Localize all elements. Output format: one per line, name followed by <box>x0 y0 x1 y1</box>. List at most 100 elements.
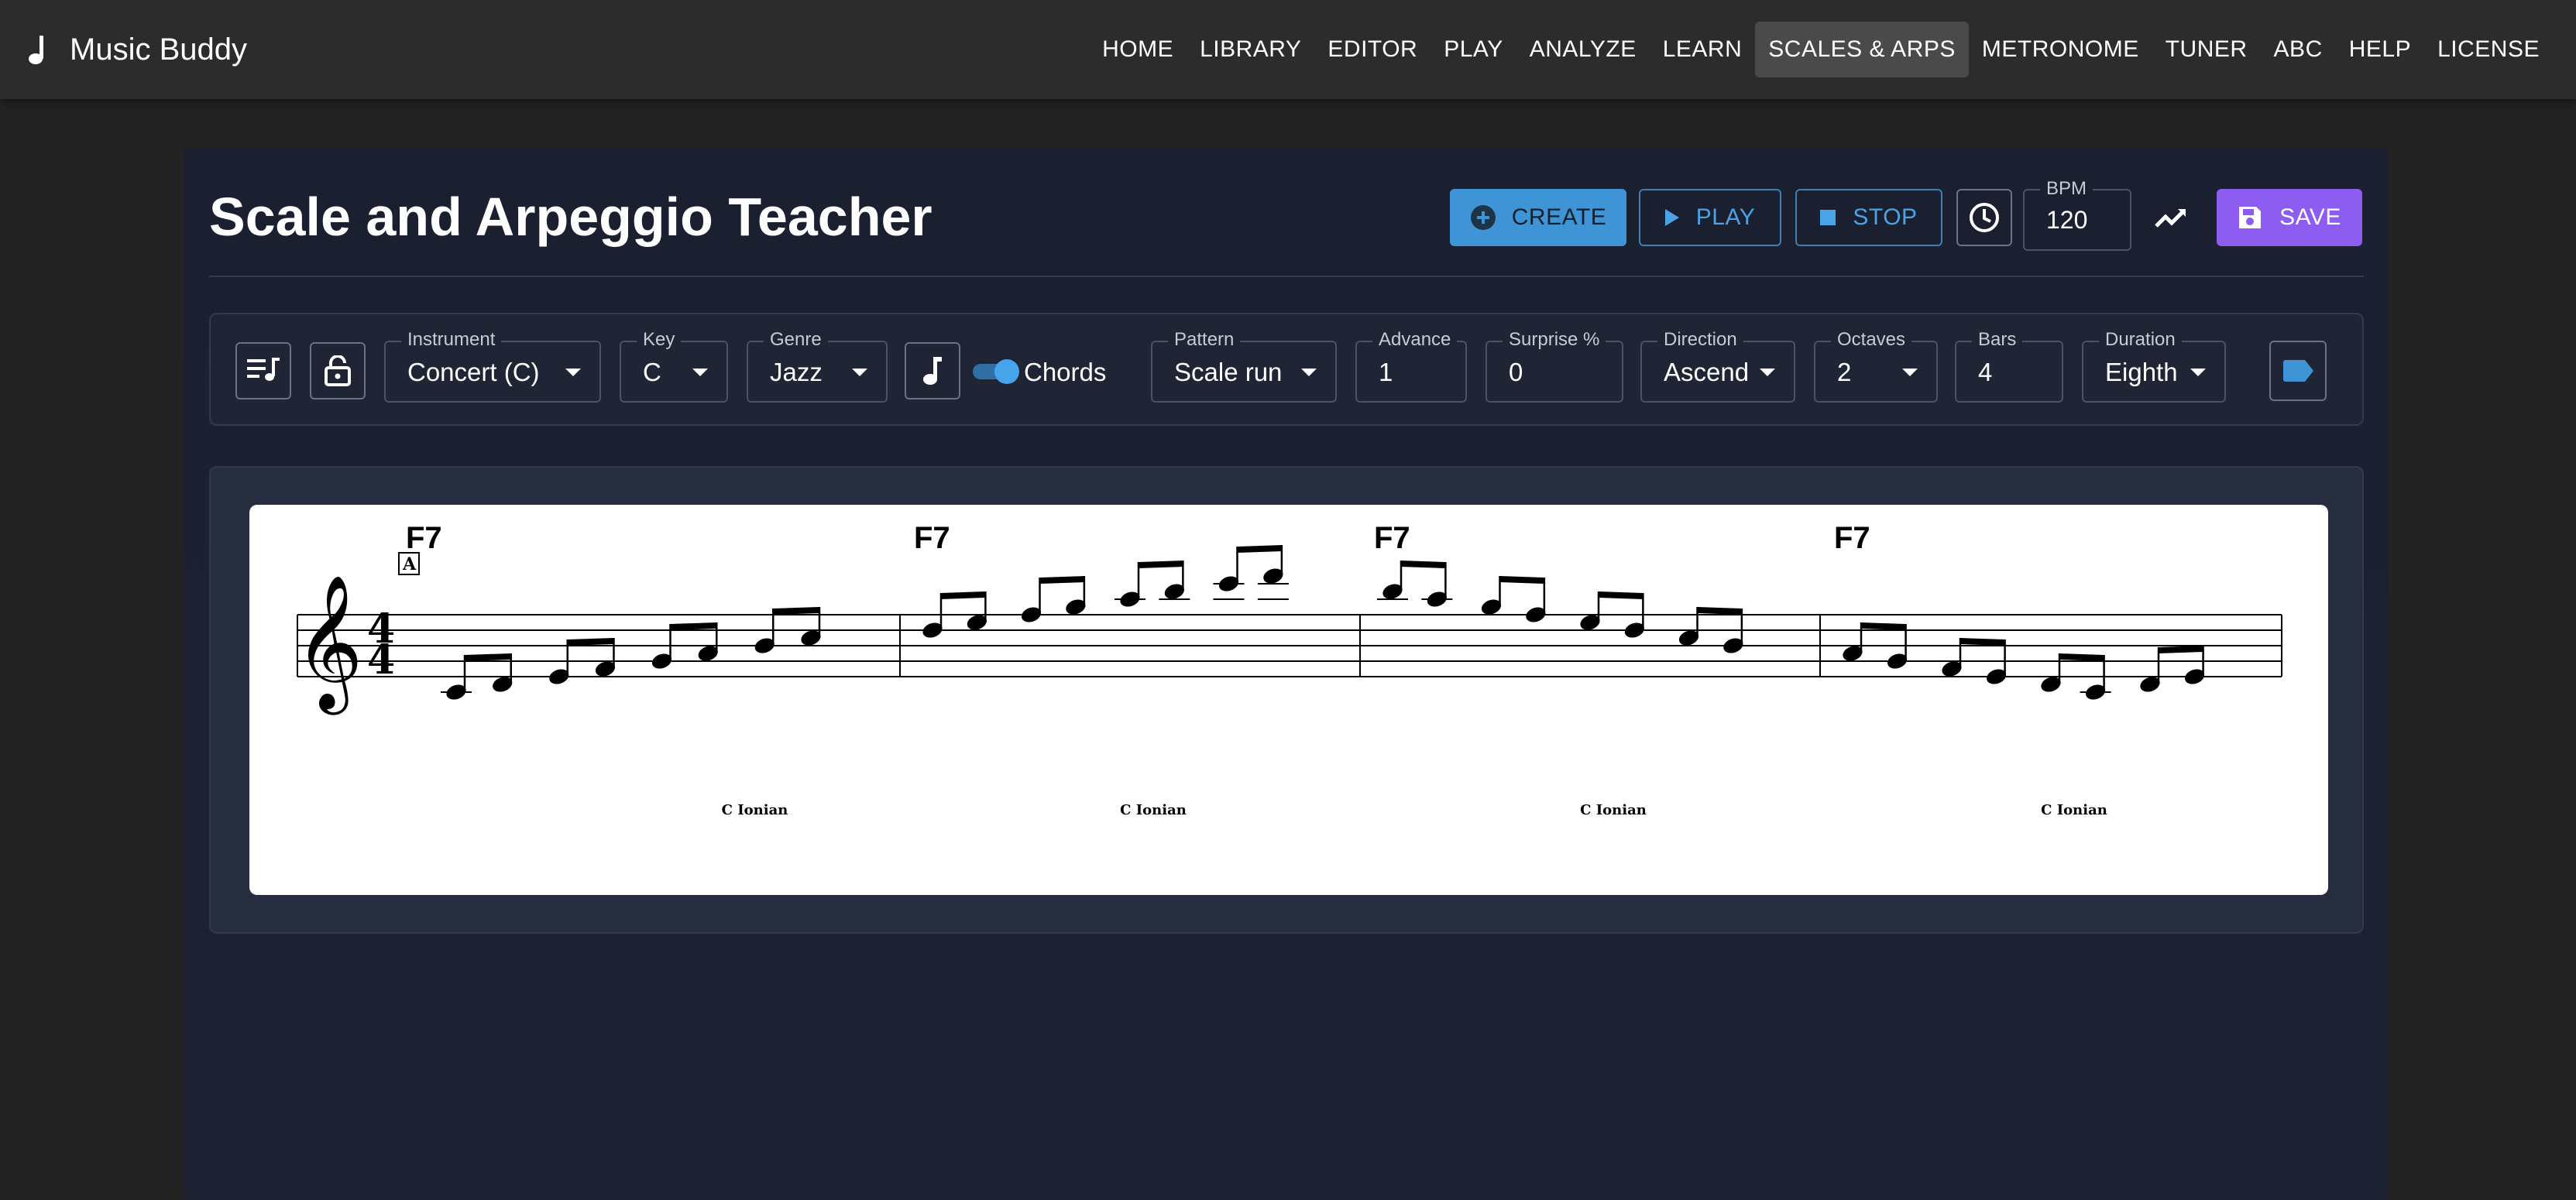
bpm-value[interactable]: 120 <box>2046 206 2087 235</box>
duration-select[interactable]: Duration Eighth <box>2082 329 2226 403</box>
nav-item-license[interactable]: LICENSE <box>2424 22 2553 77</box>
duration-value: Eighth <box>2105 358 2178 386</box>
create-button[interactable]: CREATE <box>1450 189 1626 246</box>
bpm-label: BPM <box>2040 178 2093 200</box>
advance-value: 1 <box>1379 358 1393 386</box>
scale-label: C Ionian <box>1580 802 1647 818</box>
instrument-select[interactable]: Instrument Concert (C) <box>384 329 601 403</box>
genre-value: Jazz <box>770 358 823 386</box>
note-beam <box>567 638 614 646</box>
main-panel: Scale and Arpeggio Teacher CREATE PLAY S… <box>184 149 2389 1200</box>
octaves-select[interactable]: Octaves 2 <box>1814 329 1938 403</box>
page-title: Scale and Arpeggio Teacher <box>209 187 933 247</box>
nav-item-learn[interactable]: LEARN <box>1650 22 1756 77</box>
music-note-icon <box>29 36 43 64</box>
note-beam <box>773 607 819 615</box>
playlist-music-icon <box>247 358 280 381</box>
label-tag-icon <box>2283 360 2313 382</box>
toggle-thumb <box>994 359 1019 384</box>
stop-button[interactable]: STOP <box>1795 189 1942 246</box>
nav-item-analyze[interactable]: ANALYZE <box>1516 22 1650 77</box>
bars-field[interactable]: Bars 4 <box>1955 329 2063 403</box>
scale-label: C Ionian <box>1120 802 1187 818</box>
advance-field[interactable]: Advance 1 <box>1355 329 1467 403</box>
save-label: SAVE <box>2279 204 2341 230</box>
nav-item-editor[interactable]: EDITOR <box>1314 22 1431 77</box>
surprise-value: 0 <box>1509 358 1523 386</box>
note-beam <box>2159 646 2203 653</box>
nav-item-play[interactable]: PLAY <box>1431 22 1516 77</box>
key-label: Key <box>637 329 682 351</box>
nav-item-metronome[interactable]: METRONOME <box>1969 22 2152 77</box>
note-beam <box>1237 545 1282 553</box>
chevron-down-icon <box>1902 369 1918 376</box>
save-button[interactable]: SAVE <box>2217 189 2362 246</box>
chords-label: Chords <box>1024 358 1107 386</box>
chevron-down-icon <box>1760 369 1775 376</box>
nav-item-tuner[interactable]: TUNER <box>2152 22 2261 77</box>
note-beam <box>1861 622 1906 630</box>
title-divider <box>209 276 2364 277</box>
sheet-music[interactable]: 𝄞 4 4 A F7 C Ionian F7 C Ionian F7 C Ionian F7 C Io… <box>249 505 2328 895</box>
chord-symbol: F7 <box>1834 521 1870 555</box>
staff-notation: 𝄞 44AF7C IonianF7C IonianF7C IonianF7C Io… <box>294 521 2282 818</box>
nav-item-home[interactable]: HOME <box>1089 22 1187 77</box>
score-container: 𝄞 4 4 A F7 C Ionian F7 C Ionian F7 C Ionian F7 C Io… <box>209 466 2364 934</box>
chord-symbol: F7 <box>406 521 442 555</box>
surprise-field[interactable]: Surprise % 0 <box>1485 329 1623 403</box>
stop-label: STOP <box>1853 204 1918 230</box>
octaves-label: Octaves <box>1831 329 1912 351</box>
bpm-field[interactable]: BPM 120 <box>2023 178 2131 251</box>
key-select[interactable]: Key C <box>620 329 728 403</box>
nav-item-help[interactable]: HELP <box>2336 22 2424 77</box>
app-title: Music Buddy <box>70 32 247 67</box>
chords-toggle[interactable] <box>973 358 1019 384</box>
stop-icon <box>1820 210 1836 225</box>
rehearsal-mark: A <box>402 554 417 574</box>
note-beam <box>465 653 511 661</box>
note-beam <box>1139 561 1183 568</box>
duration-label: Duration <box>2099 329 2182 351</box>
instrument-label: Instrument <box>401 329 502 351</box>
genre-select[interactable]: Genre Jazz <box>747 329 888 403</box>
pattern-value: Scale run <box>1174 358 1283 386</box>
scale-label: C Ionian <box>722 802 788 818</box>
octaves-value: 2 <box>1837 358 1852 386</box>
treble-clef: 𝄞 <box>294 574 363 715</box>
add-circle-icon <box>1470 205 1496 230</box>
play-label: PLAY <box>1695 204 1756 230</box>
app-bar: Music Buddy HOME LIBRARY EDITOR PLAY ANALYZE… <box>0 0 2576 99</box>
trending-up-icon[interactable] <box>2152 198 2190 237</box>
note-beam <box>941 591 986 599</box>
create-label: CREATE <box>1511 204 1607 230</box>
playlist-button[interactable] <box>235 342 291 399</box>
nav-item-scales[interactable]: SCALES & ARPS <box>1755 22 1969 77</box>
pattern-label: Pattern <box>1168 329 1241 351</box>
pattern-select[interactable]: Pattern Scale run <box>1151 329 1337 403</box>
clock-icon <box>1970 203 1999 232</box>
note-button[interactable] <box>905 342 960 399</box>
chevron-down-icon <box>565 369 581 376</box>
note-beam <box>1401 561 1446 568</box>
lock-open-icon <box>325 355 351 386</box>
bars-value: 4 <box>1978 358 1993 386</box>
brand[interactable]: Music Buddy <box>26 33 247 67</box>
play-icon <box>1664 209 1679 226</box>
note-beam <box>1960 638 2005 646</box>
advance-label: Advance <box>1372 329 1458 351</box>
play-button[interactable]: PLAY <box>1639 189 1781 246</box>
direction-select[interactable]: Direction Ascend <box>1640 329 1795 403</box>
note-beam <box>1599 591 1643 599</box>
nav-item-library[interactable]: LIBRARY <box>1187 22 1314 77</box>
label-button[interactable] <box>2269 341 2327 401</box>
nav-item-abc[interactable]: ABC <box>2261 22 2336 77</box>
chord-symbol: F7 <box>1374 521 1410 555</box>
chevron-down-icon <box>2190 369 2206 376</box>
chevron-down-icon <box>1301 369 1317 376</box>
controls-bar: Instrument Concert (C) Key C Genre Jazz … <box>209 313 2364 426</box>
scale-label: C Ionian <box>2041 802 2107 818</box>
lock-button[interactable] <box>310 342 366 399</box>
timer-button[interactable] <box>1956 189 2012 246</box>
save-icon <box>2239 207 2262 228</box>
chevron-down-icon <box>852 369 867 376</box>
